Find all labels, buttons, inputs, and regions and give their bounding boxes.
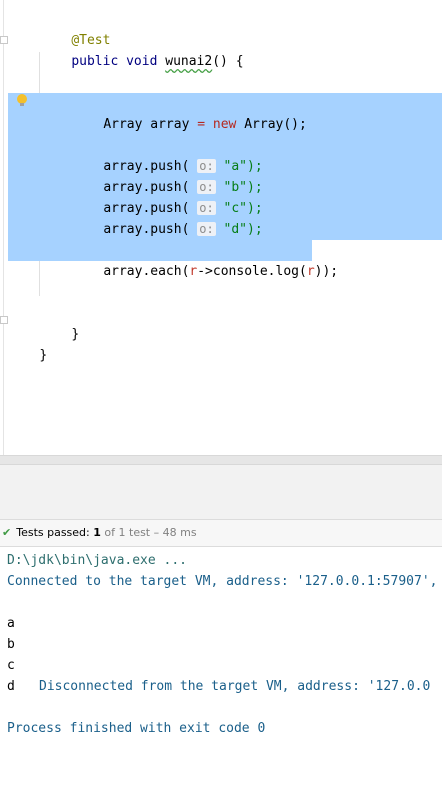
console-finished: Process finished with exit code 0	[7, 721, 266, 736]
console-out-d: d	[7, 679, 15, 694]
code-line-each[interactable]: array.each(r->console.log(r));	[72, 240, 338, 279]
console-command: D:\jdk\bin\java.exe ...	[7, 553, 188, 568]
console-disconnected: Disconnected from the target VM, address…	[39, 679, 431, 694]
check-icon: ✔	[2, 526, 12, 539]
fold-end-icon[interactable]	[0, 316, 8, 324]
code-line-push-a[interactable]: array.push( o: "a");	[72, 135, 263, 174]
code-line-method-signature[interactable]: public void wunai2() {	[40, 30, 243, 69]
code-line-close-class[interactable]: }	[8, 324, 47, 363]
panel-splitter[interactable]	[0, 455, 442, 465]
console-connected: Connected to the target VM, address: '12…	[7, 574, 438, 589]
tests-total: of 1 test	[104, 526, 151, 539]
tests-passed-label: Tests passed:	[16, 526, 90, 539]
code-line-annotation[interactable]: @Test	[40, 9, 110, 48]
gutter-border	[3, 0, 4, 455]
tests-passed-count: 1	[93, 526, 101, 539]
run-toolbar	[0, 465, 442, 520]
code-line-push-d[interactable]: array.push( o: "d");	[72, 198, 263, 237]
lightbulb-icon[interactable]	[17, 94, 27, 106]
test-duration: – 48 ms	[153, 526, 197, 539]
console-out-b: b	[7, 637, 15, 652]
code-line-push-c[interactable]: array.push( o: "c");	[72, 177, 263, 216]
code-line-close-method[interactable]: }	[40, 303, 79, 342]
test-status-bar: ✔ Tests passed: 1 of 1 test – 48 ms	[0, 520, 442, 547]
fold-method-icon[interactable]	[0, 36, 8, 44]
method-name: wunai2	[165, 54, 213, 69]
code-line-push-b[interactable]: array.push( o: "b");	[72, 156, 263, 195]
param-hint: o:	[197, 222, 216, 236]
code-editor[interactable]: @Test public void wunai2() { Array array…	[0, 0, 442, 455]
console-output[interactable]: D:\jdk\bin\java.exe ... Connected to the…	[0, 547, 442, 796]
console-out-a: a	[7, 616, 15, 631]
console-out-c: c	[7, 658, 15, 673]
code-line-array-decl[interactable]: Array array = new Array();	[72, 93, 307, 132]
